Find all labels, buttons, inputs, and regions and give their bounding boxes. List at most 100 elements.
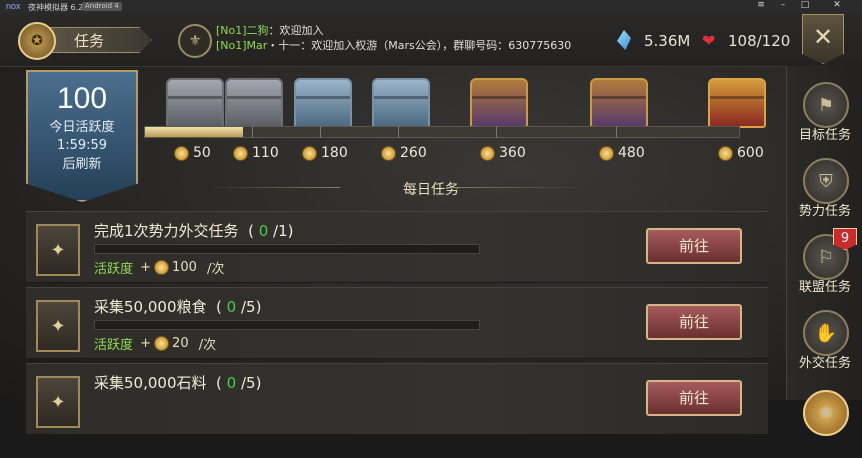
activity-points: 100 <box>56 82 108 115</box>
task-category-sidebar: ⚑ 目标任务 ⛨ 势力任务 ⚐ 9 联盟任务 ✋ 外交任务 ✺ <box>786 66 862 436</box>
top-bar: ✪ 任务 ⚜ [No1]二狗：欢迎加入 [No1]Mar・十一：欢迎加入权游（M… <box>0 14 862 67</box>
reward-chest-360[interactable] <box>470 78 528 128</box>
sidebar-item-alliance-tasks[interactable]: ⚐ 9 联盟任务 <box>787 228 862 302</box>
quest-emblem-icon: ✪ <box>18 22 56 60</box>
task-reward: 活跃度 +100 /次 <box>94 260 225 277</box>
chat-line: [No1]Mar・十一：欢迎加入权游（Mars公会），群聊号码：63077563… <box>216 38 571 53</box>
task-emblem-icon: ✦ <box>36 376 80 428</box>
sidebar-item-more[interactable]: ✺ <box>787 384 862 458</box>
progress-tick <box>496 126 497 138</box>
progress-tick <box>252 126 253 138</box>
milestone: 50 <box>174 145 211 161</box>
task-progress-bar <box>94 244 480 254</box>
activity-label: 今日活跃度 <box>49 120 115 135</box>
task-emblem-icon: ✦ <box>36 300 80 352</box>
milestone: 180 <box>302 145 348 161</box>
activity-progress-bar <box>144 126 740 138</box>
task-progress: 0 <box>226 298 237 316</box>
sidebar-item-faction-tasks[interactable]: ⛨ 势力任务 <box>787 152 862 226</box>
task-row: ✦ 采集50,000粮食 ( 0 /5) 活跃度 +20 /次 前往 <box>26 287 768 359</box>
milestone: 600 <box>718 145 764 161</box>
heart-icon: ❤ <box>702 31 716 50</box>
task-row: ✦ 采集50,000石料 ( 0 /5) 前往 <box>26 363 768 435</box>
task-reward: 活跃度 +20 /次 <box>94 336 217 353</box>
chat-sender: [No1]二狗 <box>216 24 269 37</box>
milestone-value: 110 <box>252 145 279 161</box>
reward-chest-180[interactable] <box>294 78 352 128</box>
crystal-icon <box>617 30 631 50</box>
go-button[interactable]: 前往 <box>646 228 742 264</box>
close-icon: ✕ <box>812 23 834 51</box>
sidebar-item-goal-tasks[interactable]: ⚑ 目标任务 <box>787 76 862 150</box>
coin-icon <box>154 336 170 351</box>
milestone-value: 260 <box>400 145 427 161</box>
nox-logo: nox <box>6 1 21 11</box>
milestone-value: 360 <box>499 145 526 161</box>
android-version-badge: Android 4 <box>82 2 122 11</box>
emulator-titlebar: nox 夜神模拟器 6.2.6.1 Android 4 ≡ – □ ✕ <box>0 0 862 14</box>
task-progress: 0 <box>258 222 269 240</box>
sidebar-item-label: 势力任务 <box>798 204 851 219</box>
task-progress-bar <box>94 320 480 330</box>
coin-icon <box>718 145 733 161</box>
window-close-icon[interactable]: ✕ <box>830 0 844 10</box>
reward-chest-260[interactable] <box>372 78 430 128</box>
reward-chest-480[interactable] <box>590 78 648 128</box>
task-emblem-icon: ✦ <box>36 224 80 276</box>
sidebar-item-label: 联盟任务 <box>798 280 851 295</box>
coin-icon <box>233 145 248 161</box>
milestone: 360 <box>480 145 526 161</box>
page-title: 任务 <box>74 32 105 50</box>
coin-icon <box>154 260 170 275</box>
crystal-amount: 5.36M <box>644 32 691 50</box>
emblem-icon: ✺ <box>803 390 849 436</box>
milestone-value: 50 <box>193 145 211 161</box>
task-progress: 0 <box>226 374 237 392</box>
coin-icon <box>480 145 495 161</box>
progress-tick <box>616 126 617 138</box>
reward-chest-110[interactable] <box>225 78 283 128</box>
chat-message: ：欢迎加入 <box>268 24 324 37</box>
milestone-value: 480 <box>618 145 645 161</box>
divider <box>452 187 582 188</box>
sidebar-item-diplomacy-tasks[interactable]: ✋ 外交任务 <box>787 304 862 378</box>
goal-icon: ⚑ <box>803 82 849 128</box>
task-row: ✦ 完成1次势力外交任务 ( 0 /1) 活跃度 +100 /次 前往 <box>26 211 768 283</box>
refresh-label: 后刷新 <box>62 157 102 172</box>
progress-tick <box>320 126 321 138</box>
reward-chest-50[interactable] <box>166 78 224 128</box>
coin-icon <box>174 145 189 161</box>
faction-shield-icon: ⛨ <box>803 158 849 204</box>
milestone-value: 180 <box>321 145 348 161</box>
task-name: 完成1次势力外交任务 ( 0 /1) <box>94 222 294 240</box>
milestone: 260 <box>381 145 427 161</box>
close-button[interactable]: ✕ <box>802 14 844 64</box>
activity-progress-fill <box>145 127 243 137</box>
chat-icon[interactable]: ⚜ <box>178 24 212 58</box>
go-button[interactable]: 前往 <box>646 380 742 416</box>
milestone-value: 600 <box>737 145 764 161</box>
chat-feed[interactable]: [No1]二狗：欢迎加入 [No1]Mar・十一：欢迎加入权游（Mars公会），… <box>216 23 571 53</box>
chat-message: ・十一：欢迎加入权游（Mars公会），群聊号码：630775630 <box>267 39 572 52</box>
milestone: 480 <box>599 145 645 161</box>
quest-tab-title: ✪ 任务 <box>18 22 154 60</box>
coin-icon <box>381 145 396 161</box>
progress-tick <box>398 126 399 138</box>
minimize-icon[interactable]: – <box>776 0 790 10</box>
task-name: 采集50,000石料 ( 0 /5) <box>94 374 262 392</box>
sidebar-item-label: 目标任务 <box>798 128 851 143</box>
health-amount: 108/120 <box>728 32 791 50</box>
task-name: 采集50,000粮食 ( 0 /5) <box>94 298 262 316</box>
game-screen: ✪ 任务 ⚜ [No1]二狗：欢迎加入 [No1]Mar・十一：欢迎加入权游（M… <box>0 14 862 436</box>
maximize-icon[interactable]: □ <box>798 0 812 10</box>
sidebar-item-label: 外交任务 <box>798 356 851 371</box>
milestone: 110 <box>233 145 279 161</box>
refresh-countdown: 1:59:59 <box>56 138 108 153</box>
coin-icon <box>599 145 614 161</box>
go-button[interactable]: 前往 <box>646 304 742 340</box>
daily-tasks-heading: 每日任务 <box>403 182 459 198</box>
menu-icon[interactable]: ≡ <box>754 0 768 10</box>
handshake-icon: ✋ <box>803 310 849 356</box>
reward-chest-600[interactable] <box>708 78 766 128</box>
coin-icon <box>302 145 317 161</box>
